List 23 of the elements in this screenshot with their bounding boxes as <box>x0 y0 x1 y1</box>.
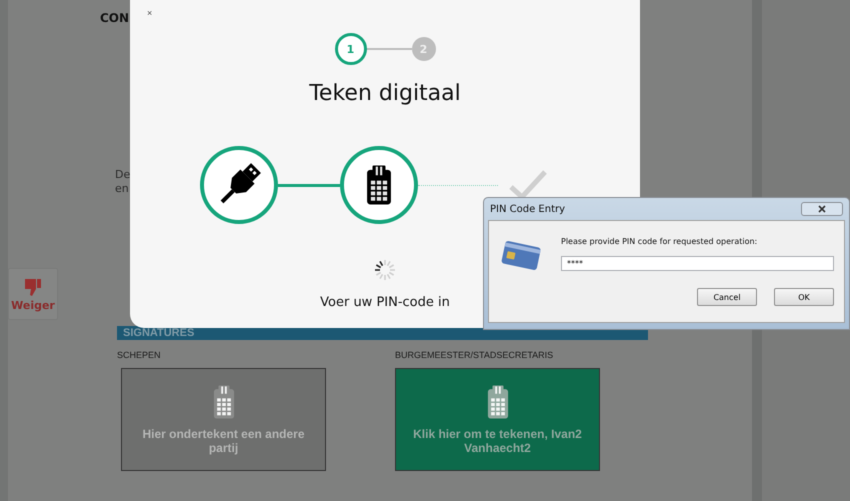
card-text: Hier ondertekent een andere partij <box>141 426 306 454</box>
signer-role: SCHEPEN <box>117 350 162 360</box>
loading-spinner-icon <box>374 259 396 281</box>
close-button[interactable] <box>801 202 843 216</box>
dialog-title: Teken digitaal <box>309 81 461 106</box>
thumbs-down-icon <box>24 276 42 296</box>
card-reader-icon <box>486 384 508 418</box>
close-button[interactable]: × <box>147 8 152 18</box>
card-reader-icon <box>212 384 234 418</box>
prompt-text: Please provide PIN code for requested operation: <box>561 237 758 246</box>
signer-role: BURGEMEESTER/STADSECRETARIS <box>395 350 554 360</box>
window-title: PIN Code Entry <box>490 204 566 214</box>
intro-text: De <box>115 168 132 182</box>
dialog-button[interactable]: Cancel <box>697 288 757 306</box>
pin-field[interactable]: **** <box>561 256 834 271</box>
card-reader-icon <box>366 165 392 205</box>
status-text: Voer uw PIN-code in <box>320 295 450 310</box>
dialog-button[interactable]: OK <box>774 288 834 306</box>
close-icon <box>818 205 826 213</box>
intro-text: en <box>115 182 130 196</box>
card-text: Klik hier om te tekenen, Ivan2 Vanhaecht2 <box>412 426 583 454</box>
step-indicator: 1 <box>334 33 366 65</box>
page-title: CON <box>100 11 130 25</box>
